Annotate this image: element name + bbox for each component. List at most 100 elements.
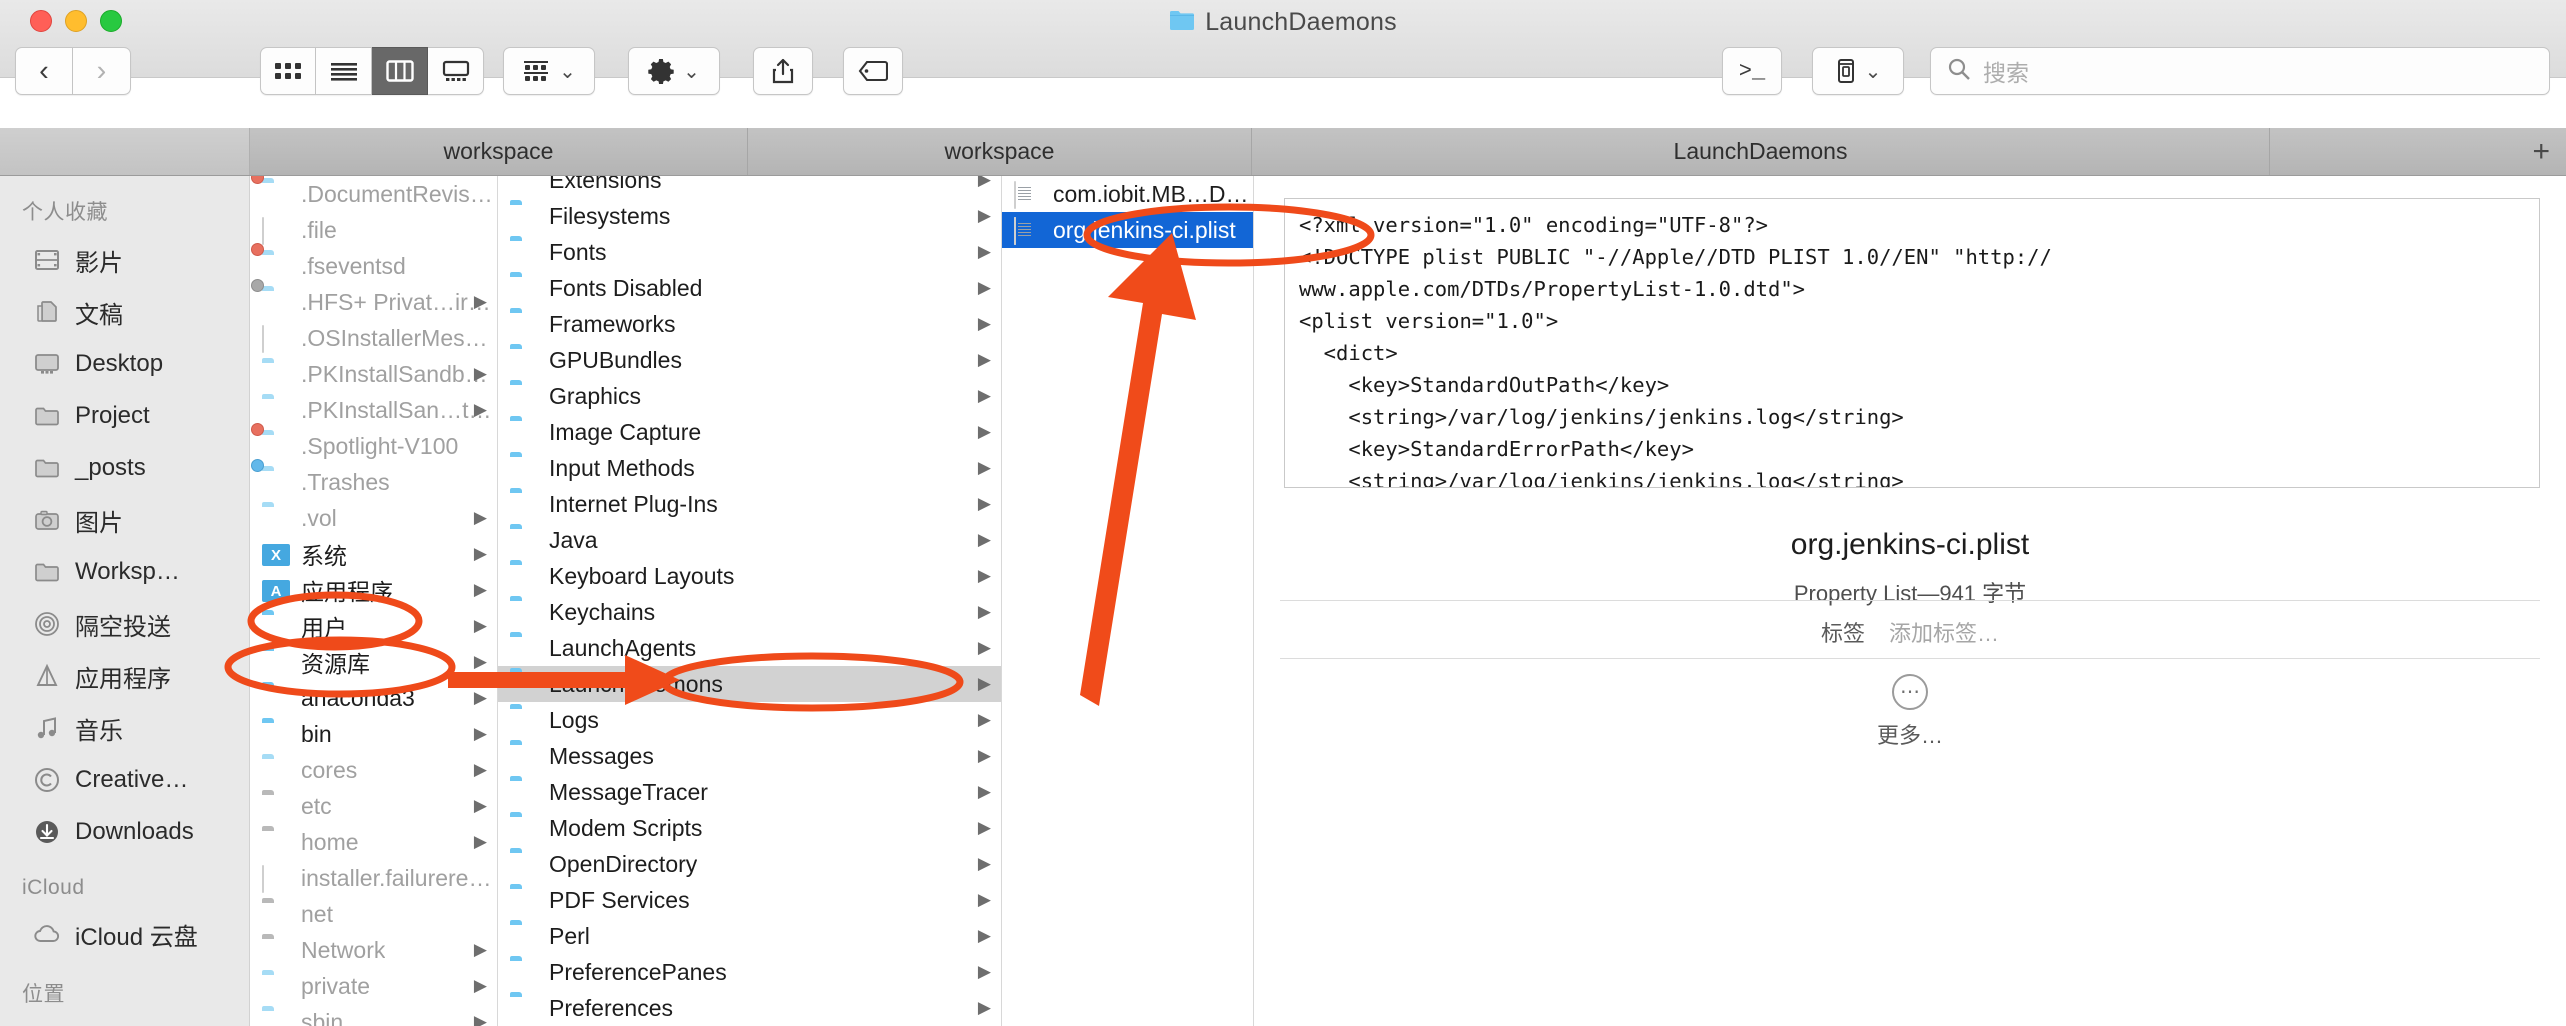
file-row[interactable]: net [250,896,497,932]
sidebar-item-airdrop[interactable]: 隔空投送 [0,598,249,650]
file-row[interactable]: Input Methods ▶ [498,450,1001,486]
file-row[interactable]: OpenDirectory ▶ [498,846,1001,882]
dictionary-button[interactable]: ⌄ [1812,47,1904,95]
sidebar-item-applications[interactable]: 应用程序 [0,650,249,702]
file-row[interactable]: PDF Services ▶ [498,882,1001,918]
file-row-selected[interactable]: org.jenkins-ci.plist [1002,212,1253,248]
file-row[interactable]: MessageTracer ▶ [498,774,1001,810]
file-row[interactable]: Frameworks ▶ [498,306,1001,342]
file-row[interactable]: Messages ▶ [498,738,1001,774]
icon-view-button[interactable] [260,47,316,95]
file-row[interactable]: .file [250,212,497,248]
terminal-button[interactable]: >_ [1722,47,1782,95]
file-row[interactable]: Keyboard Layouts ▶ [498,558,1001,594]
column-library[interactable]: Extensions ▶ Filesystems ▶ Fonts ▶ Fonts Di… [498,176,1002,1026]
sidebar-item-project[interactable]: Project [0,390,249,442]
forward-button[interactable]: › [73,47,131,95]
file-row[interactable]: com.iobit.MB…Daemon.plist [1002,176,1253,212]
file-row[interactable]: cores ▶ [250,752,497,788]
file-row[interactable]: .vol ▶ [250,500,497,536]
search-field[interactable]: 搜索 [1930,47,2550,95]
file-name: .Trashes [301,468,390,495]
file-row[interactable]: home ▶ [250,824,497,860]
file-row-launchdaemons[interactable]: LaunchDaemons ▶ [498,666,1001,702]
file-row[interactable]: anaconda3 ▶ [250,680,497,716]
arrange-button[interactable]: ⌄ [503,47,595,95]
sidebar-item-creative-cloud[interactable]: Creative… [0,754,249,806]
file-row[interactable]: Internet Plug-Ins ▶ [498,486,1001,522]
file-row[interactable]: A 应用程序 ▶ [250,572,497,608]
file-row[interactable]: etc ▶ [250,788,497,824]
gallery-view-button[interactable] [428,47,484,95]
file-name: Frameworks [549,310,676,337]
sidebar-item-desktop[interactable]: Desktop [0,338,249,390]
sidebar-item-posts[interactable]: _posts [0,442,249,494]
file-row[interactable]: Modem Scripts ▶ [498,810,1001,846]
file-row[interactable]: Keychains ▶ [498,594,1001,630]
file-row[interactable]: .PKInstallSan…temSoftware▶ [250,392,497,428]
column-workspace-root[interactable]: .DocumentRevisions-V100 .file .fseventsd… [250,176,498,1026]
file-row[interactable]: Fonts Disabled ▶ [498,270,1001,306]
add-column-button[interactable]: + [2270,128,2566,175]
more-section[interactable]: ⋯ 更多… [1254,674,2566,750]
sidebar-item-documents[interactable]: 文稿 [0,286,249,338]
disclosure-icon: ▶ [977,854,991,873]
file-row[interactable]: .HFS+ Privat…irectory Data?▶ [250,279,497,320]
file-row[interactable]: Network ▶ [250,932,497,968]
file-name: Perl [549,922,590,949]
folder-icon [262,398,290,422]
file-row[interactable]: Perl ▶ [498,918,1001,954]
column-header-1[interactable]: workspace [250,128,748,175]
file-row[interactable]: .DocumentRevisions-V100 [250,176,497,212]
column-view-button[interactable] [372,47,428,95]
file-row[interactable]: X 系统 ▶ [250,536,497,572]
disclosure-icon: ▶ [473,364,487,383]
file-row-library[interactable]: 资源库 ▶ [250,644,497,680]
disclosure-icon: ▶ [473,760,487,779]
column-launchdaemons[interactable]: com.iobit.MB…Daemon.plist org.jenkins-ci… [1002,176,1254,1026]
file-row[interactable]: .Trashes [250,459,497,500]
sidebar-item-pictures[interactable]: 图片 [0,494,249,546]
sidebar-item-music[interactable]: 音乐 [0,702,249,754]
file-row[interactable]: Image Capture ▶ [498,414,1001,450]
search-placeholder: 搜索 [1983,60,2029,86]
file-row[interactable]: .OSInstallerMessages [250,320,497,356]
list-view-button[interactable] [316,47,372,95]
tag-button[interactable] [843,47,903,95]
file-row[interactable]: Fonts ▶ [498,234,1001,270]
file-row[interactable]: Graphics ▶ [498,378,1001,414]
file-row[interactable]: Logs ▶ [498,702,1001,738]
folder-icon [251,279,290,314]
file-row[interactable]: LaunchAgents ▶ [498,630,1001,666]
file-row[interactable]: Extensions ▶ [498,176,1001,198]
file-row[interactable]: private ▶ [250,968,497,1004]
file-row[interactable]: Filesystems ▶ [498,198,1001,234]
file-row[interactable]: Java ▶ [498,522,1001,558]
file-row[interactable]: .Spotlight-V100 [250,423,497,464]
column-header-2[interactable]: workspace [748,128,1252,175]
file-row[interactable]: bin ▶ [250,716,497,752]
column-header-3[interactable]: LaunchDaemons [1252,128,2270,175]
file-row[interactable]: .PKInstallSandboxManager▶ [250,356,497,392]
ellipsis-icon[interactable]: ⋯ [1892,674,1928,710]
sidebar-item-icloud-drive[interactable]: iCloud 云盘 [0,908,249,960]
sidebar-item-downloads[interactable]: Downloads [0,806,249,858]
file-row[interactable]: sbin ▶ [250,1004,497,1026]
file-row[interactable]: PreferencePanes ▶ [498,954,1001,990]
file-name: anaconda3 [301,684,415,711]
applications-icon [32,661,62,691]
back-button[interactable]: ‹ [15,47,73,95]
disclosure-icon: ▶ [977,530,991,549]
gear-button[interactable]: ⌄ [628,47,720,95]
sidebar-item-workspace[interactable]: Worksp… [0,546,249,598]
file-row[interactable]: .fseventsd [250,243,497,284]
doc-icon [262,865,290,893]
file-row[interactable]: installer.failurerequests [250,860,497,896]
sidebar-item-movies[interactable]: 影片 [0,234,249,286]
disclosure-icon: ▶ [473,940,487,959]
share-button[interactable] [753,47,813,95]
file-row[interactable]: GPUBundles ▶ [498,342,1001,378]
file-row[interactable]: Preferences ▶ [498,990,1001,1026]
add-tag-button[interactable]: 添加标签… [1889,616,1999,648]
file-row-users[interactable]: 用户 ▶ [250,608,497,644]
